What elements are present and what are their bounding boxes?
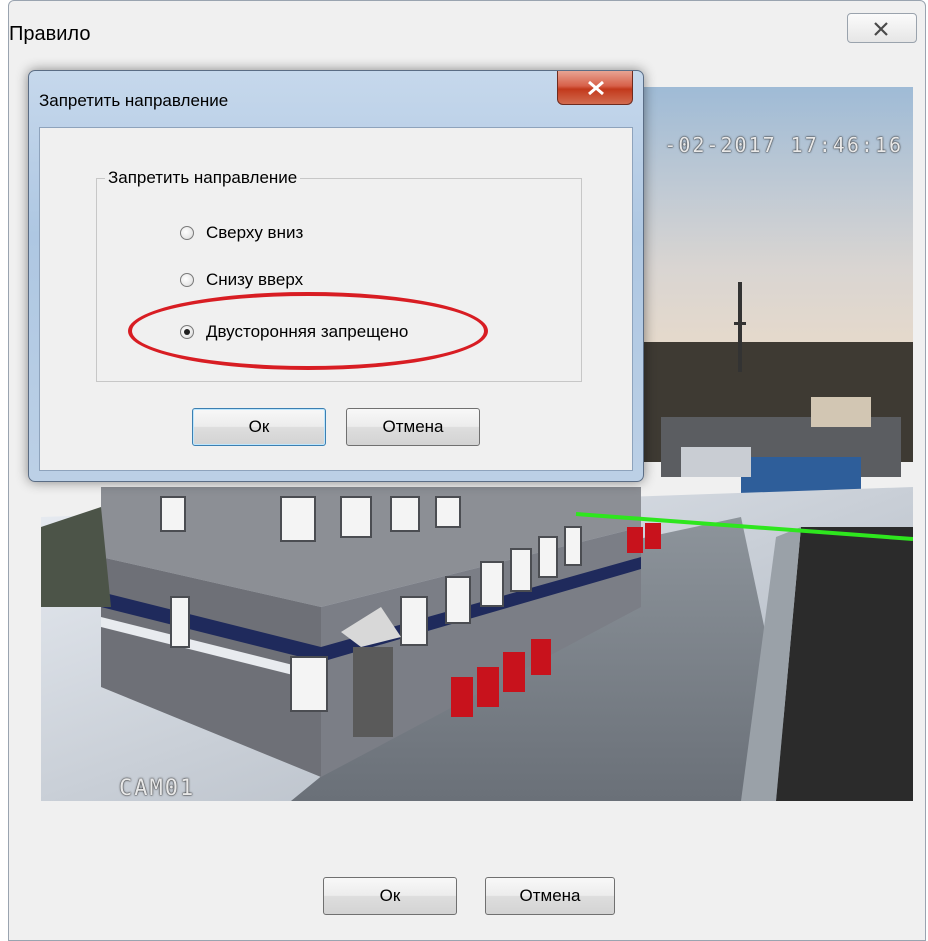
close-icon (588, 80, 604, 96)
rule-window-close-button[interactable] (847, 13, 917, 43)
dialog-close-button[interactable] (557, 71, 633, 105)
radio-label: Снизу вверх (206, 270, 304, 289)
rule-window-title: Правило (9, 23, 91, 45)
dialog-ok-button[interactable]: Ок (192, 408, 326, 446)
dialog-client-area: Запретить направление Сверху вниз Снизу … (39, 127, 633, 471)
group-label: Запретить направление (105, 168, 301, 188)
rule-ok-button[interactable]: Ок (323, 877, 457, 915)
rule-window-footer (9, 801, 925, 940)
camera-timestamp: -02-2017 17:46:16 (664, 133, 903, 157)
radio-button-icon[interactable] (180, 226, 194, 240)
dialog-title: Запретить направление (39, 91, 229, 110)
forbid-direction-dialog: Запретить направление Запретить направле… (28, 70, 644, 482)
radio-button-icon[interactable] (180, 273, 194, 287)
radio-label: Сверху вниз (206, 223, 304, 242)
red-highlight-ellipse (128, 292, 488, 370)
rule-cancel-button[interactable]: Отмена (485, 877, 615, 915)
radio-top-down[interactable]: Сверху вниз (180, 223, 303, 243)
radio-bottom-up[interactable]: Снизу вверх (180, 270, 303, 290)
camera-name: CAM01 (119, 776, 196, 801)
close-icon (874, 22, 888, 36)
dialog-cancel-button[interactable]: Отмена (346, 408, 480, 446)
